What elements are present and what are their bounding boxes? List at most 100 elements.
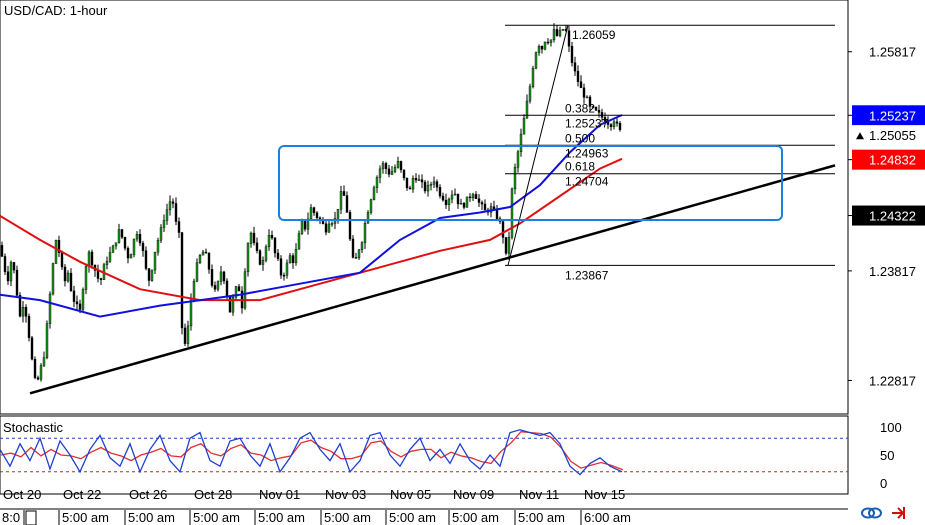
candle-body (399, 161, 403, 171)
candle-body (207, 253, 211, 270)
time-label: 5:00 am (389, 510, 436, 525)
candle-body (309, 207, 313, 220)
candle-body (594, 107, 598, 111)
stochastic-tick-label: 50 (880, 448, 894, 463)
candle-body (450, 194, 454, 200)
candle-body (507, 237, 511, 254)
candle-body (312, 207, 316, 213)
candle-body (429, 184, 433, 186)
candle-body (513, 167, 517, 190)
date-label: Nov 11 (519, 487, 559, 502)
candle (48, 291, 52, 329)
candle-body (210, 269, 214, 286)
candle-body (483, 203, 487, 211)
candle-body (216, 281, 220, 290)
candle (543, 41, 547, 51)
candle (3, 253, 7, 276)
candle (18, 292, 22, 318)
candle (279, 255, 283, 279)
candle-body (171, 201, 175, 204)
candle-body (480, 202, 484, 205)
date-label: Oct 22 (63, 487, 101, 502)
fib-price-label: 1.25237 (565, 116, 609, 130)
time-label: 5:00 am (193, 510, 240, 525)
price-badge-label: 1.24832 (869, 153, 916, 168)
candle (504, 237, 508, 256)
fib-price-label: 1.23867 (565, 268, 609, 282)
candle (54, 239, 58, 264)
date-label: Nov 15 (584, 487, 625, 502)
candle-body (129, 254, 133, 259)
candle-body (48, 293, 52, 324)
candle-body (375, 177, 379, 188)
candle-body (75, 301, 79, 305)
candle-body (198, 254, 202, 263)
fib-price-label: 1.26059 (572, 28, 616, 42)
candle (30, 335, 34, 361)
candle-body (441, 195, 445, 201)
candle-body (330, 223, 334, 225)
candle-body (402, 169, 406, 179)
candle-body (579, 81, 583, 89)
candle-body (168, 201, 172, 210)
usdcad-chart: 1.260590.3821.252370.5001.249630.6181.24… (0, 0, 925, 525)
candle-body (555, 29, 559, 36)
candle-body (144, 250, 148, 269)
candle-body (435, 181, 439, 188)
candle-body (372, 187, 376, 200)
candle-body (324, 223, 328, 233)
candle-body (456, 193, 460, 205)
candle-body (189, 298, 193, 327)
candle-body (156, 240, 160, 253)
time-label: 5:00 am (258, 510, 305, 525)
candle-body (360, 242, 364, 250)
candle-body (345, 195, 349, 213)
candle-body (447, 198, 451, 205)
candle-body (597, 110, 601, 113)
candle-body (495, 209, 499, 219)
candle-body (105, 261, 109, 265)
candle-body (504, 237, 508, 254)
candle-body (438, 187, 442, 197)
candle-body (141, 242, 145, 251)
candle-body (288, 255, 292, 264)
candle-body (294, 248, 298, 263)
candle-body (84, 266, 88, 290)
candle-body (444, 199, 448, 205)
candle-body (258, 250, 262, 265)
candle-body (471, 194, 475, 199)
candle (84, 263, 88, 295)
candle (33, 356, 37, 380)
candle (348, 209, 352, 241)
candle-body (222, 271, 226, 282)
candle-body (177, 221, 181, 233)
time-label: 8:0 (2, 510, 20, 525)
candle-body (297, 233, 301, 250)
candle-body (15, 269, 19, 296)
candle-body (42, 357, 46, 366)
candle (81, 287, 85, 312)
candle-body (609, 124, 613, 127)
candle (15, 265, 19, 297)
candle-body (87, 251, 91, 267)
date-label: Nov 09 (453, 487, 494, 502)
candle-body (612, 121, 616, 127)
candle-body (147, 268, 151, 281)
candle-body (174, 203, 178, 222)
candle-body (195, 262, 199, 282)
chart-title-text: USD/CAD: 1-hour (4, 3, 108, 18)
candle-body (285, 262, 289, 276)
candle-body (186, 325, 190, 344)
candle-body (426, 184, 430, 192)
candle-body (9, 262, 13, 282)
price-badge-label: 1.24322 (869, 209, 916, 224)
candle-body (180, 232, 184, 329)
candle-body (393, 167, 397, 172)
candle-body (522, 117, 526, 135)
candle-body (537, 45, 541, 53)
candle-body (576, 70, 580, 82)
candle-body (123, 236, 127, 249)
candle-body (354, 257, 358, 259)
candle-body (282, 274, 286, 277)
candle (534, 51, 538, 70)
